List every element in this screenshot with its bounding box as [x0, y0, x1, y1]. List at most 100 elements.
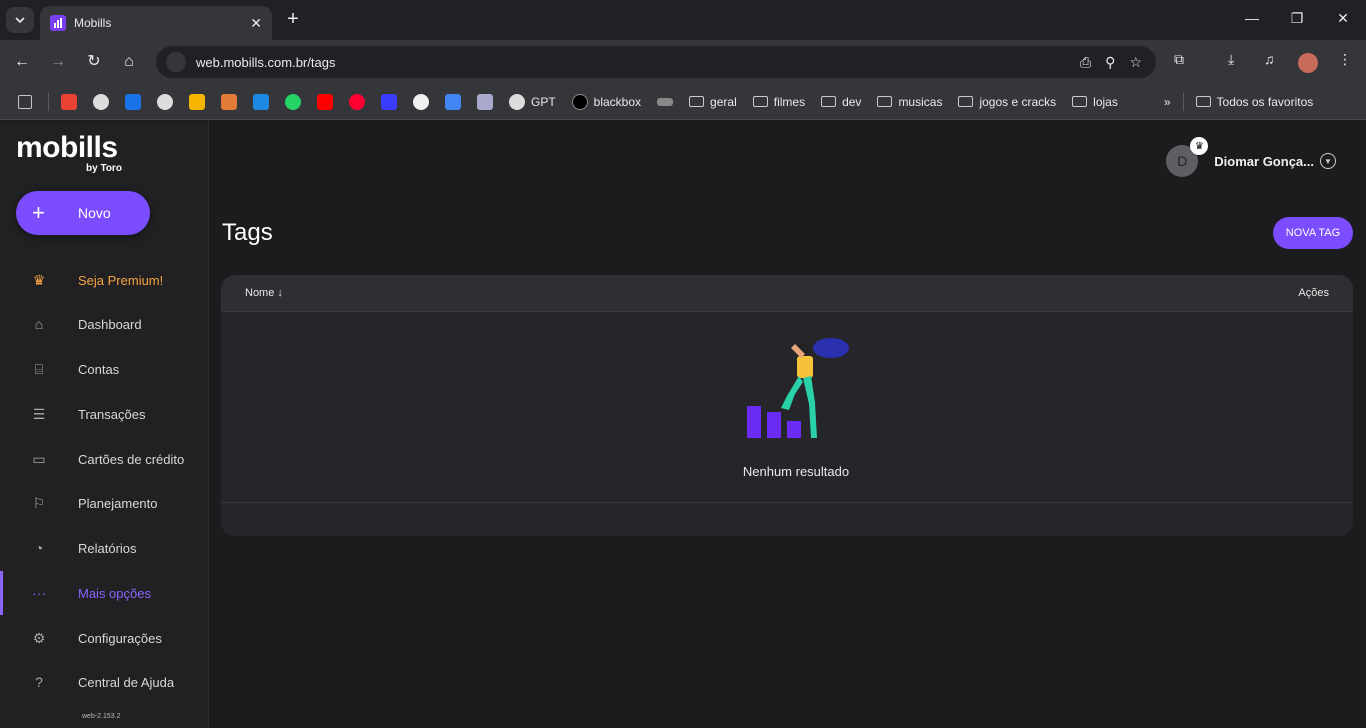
youtube-music-icon[interactable] — [349, 93, 365, 110]
bookmark-gpt[interactable]: GPT — [509, 93, 556, 110]
close-window-icon[interactable]: ✕ — [1333, 10, 1353, 27]
column-actions-header: Ações — [1298, 287, 1329, 299]
bookmark-site-icon[interactable] — [477, 93, 493, 110]
mobills-favicon — [50, 15, 66, 31]
new-button[interactable]: + Novo — [16, 191, 150, 235]
folder-icon — [752, 96, 768, 107]
back-icon[interactable]: ← — [11, 51, 33, 73]
zoom-icon[interactable]: ⚲ — [1105, 54, 1115, 71]
bookmark-folder-filmes[interactable]: filmes — [752, 95, 805, 109]
folder-icon — [1072, 96, 1088, 107]
list-icon: ☰ — [32, 405, 46, 422]
apps-icon[interactable] — [18, 94, 32, 109]
bookmark-folder-dev[interactable]: dev — [821, 95, 861, 109]
home-page-icon[interactable]: ⌂ — [118, 51, 140, 73]
browser-toolbar: ← → ↻ ⌂ web.mobills.com.br/tags ⎙ ⚲ ☆ ⧉ … — [0, 40, 1366, 84]
mobills-logo[interactable]: mobills by Toro — [16, 133, 122, 175]
browser-tab[interactable]: Mobills ✕ — [40, 6, 272, 40]
bookmark-site-icon[interactable] — [221, 93, 237, 110]
bookmark-site-icon[interactable] — [253, 93, 269, 110]
blackbox-icon — [571, 93, 588, 110]
bookmark-site-icon[interactable] — [657, 97, 674, 106]
address-bar[interactable]: web.mobills.com.br/tags ⎙ ⚲ ☆ — [156, 46, 1156, 78]
empty-state-illustration — [747, 338, 849, 438]
gear-icon: ⚙ — [32, 629, 46, 646]
folder-icon — [689, 96, 705, 107]
youtube-icon[interactable] — [317, 93, 333, 110]
sidebar-item-cartoes[interactable]: ▭ Cartões de crédito — [0, 439, 209, 479]
chevron-down-icon — [15, 17, 25, 23]
crown-icon: ♛ — [1190, 137, 1209, 155]
bank-icon: ⌸ — [34, 360, 44, 377]
new-tab-button[interactable]: + — [282, 8, 304, 30]
column-name-header[interactable]: Nome ↓ — [245, 287, 283, 299]
extensions-icon[interactable]: ⧉ — [1174, 51, 1184, 68]
bookmark-folder-lojas[interactable]: lojas — [1072, 95, 1118, 109]
chevron-down-icon[interactable]: ▼ — [1320, 153, 1336, 169]
flag-icon: ⚐ — [32, 494, 46, 511]
bookmark-site-icon[interactable] — [189, 93, 205, 110]
sidebar-item-mais-opcoes[interactable]: ··· Mais opções — [0, 573, 209, 613]
bookmark-folder-jogos[interactable]: jogos e cracks — [958, 95, 1056, 109]
github-icon[interactable] — [413, 93, 429, 110]
media-icon[interactable]: ♫ — [1264, 51, 1275, 67]
card-icon: ▭ — [32, 450, 46, 467]
profile-avatar[interactable] — [1298, 53, 1318, 73]
crown-icon: ♛ — [32, 271, 46, 288]
sidebar-item-premium[interactable]: ♛ Seja Premium! — [0, 260, 209, 300]
star-icon[interactable]: ☆ — [1129, 54, 1142, 71]
gmail-icon[interactable] — [61, 93, 77, 110]
folder-icon — [958, 96, 974, 107]
bookmark-site-icon[interactable] — [125, 93, 141, 110]
folder-icon — [1195, 96, 1211, 107]
bookmark-folder-geral[interactable]: geral — [689, 95, 737, 109]
sidebar-item-dashboard[interactable]: ⌂ Dashboard — [0, 304, 209, 344]
translate-icon[interactable] — [445, 93, 461, 110]
minimize-icon[interactable]: — — [1242, 10, 1262, 26]
sidebar-item-relatorios[interactable]: ◔ Relatórios — [0, 528, 209, 568]
chrome-icon[interactable] — [157, 93, 173, 110]
tags-table: Nome ↓ Ações Nenhum resultado — [221, 275, 1353, 536]
empty-state: Nenhum resultado — [221, 312, 1353, 503]
plus-icon: + — [32, 200, 45, 225]
whatsapp-icon[interactable] — [285, 93, 301, 110]
globe-icon[interactable] — [93, 93, 109, 110]
openai-icon — [509, 93, 525, 110]
bookmark-blackbox[interactable]: blackbox — [571, 93, 641, 110]
all-bookmarks[interactable]: Todos os favoritos — [1195, 95, 1313, 109]
tab-title: Mobills — [74, 16, 112, 30]
empty-message: Nenhum resultado — [742, 464, 850, 479]
table-header: Nome ↓ Ações — [221, 275, 1353, 312]
install-app-icon[interactable]: ⎙ — [1080, 54, 1091, 71]
menu-icon[interactable]: ⋮ — [1338, 51, 1352, 68]
bookmark-folder-musicas[interactable]: musicas — [877, 95, 942, 109]
bookmark-site-icon[interactable] — [381, 93, 397, 110]
sidebar-item-configuracoes[interactable]: ⚙ Configurações — [0, 618, 209, 658]
url-text[interactable]: web.mobills.com.br/tags — [196, 55, 1080, 70]
restore-icon[interactable]: ❐ — [1287, 10, 1307, 27]
close-tab-icon[interactable]: ✕ — [250, 15, 262, 32]
new-tag-button[interactable]: NOVA TAG — [1273, 217, 1353, 249]
sidebar-item-ajuda[interactable]: ? Central de Ajuda — [0, 662, 209, 702]
main-content: D ♛ Diomar Gonça... ▼ Tags NOVA TAG Nome… — [210, 121, 1366, 728]
forward-icon[interactable]: → — [47, 51, 69, 73]
user-menu[interactable]: D ♛ Diomar Gonça... ▼ — [1166, 137, 1336, 177]
home-icon: ⌂ — [34, 316, 44, 332]
arrow-down-icon: ↓ — [277, 287, 283, 299]
sidebar-item-planejamento[interactable]: ⚐ Planejamento — [0, 483, 209, 523]
bookmarks-bar: GPT blackbox geral filmes dev musicas jo… — [0, 84, 1366, 120]
download-icon[interactable]: ⤓ — [1228, 51, 1234, 68]
more-bookmarks-icon[interactable]: » — [1164, 95, 1171, 109]
site-info-icon[interactable] — [166, 52, 186, 72]
sidebar-item-contas[interactable]: ⌸ Contas — [0, 349, 209, 389]
folder-icon — [821, 96, 837, 107]
browser-tab-bar: Mobills ✕ + — ❐ ✕ — [0, 0, 1366, 40]
tab-search-button[interactable] — [6, 7, 34, 33]
page-title: Tags — [222, 219, 273, 246]
sidebar-item-transacoes[interactable]: ☰ Transações — [0, 394, 209, 434]
sidebar: mobills by Toro + Novo ♛ Seja Premium! ⌂… — [0, 121, 209, 728]
avatar[interactable]: D ♛ — [1166, 137, 1209, 177]
user-name[interactable]: Diomar Gonça... — [1214, 154, 1314, 169]
pie-chart-icon: ◔ — [34, 540, 44, 556]
reload-icon[interactable]: ↻ — [83, 51, 105, 73]
